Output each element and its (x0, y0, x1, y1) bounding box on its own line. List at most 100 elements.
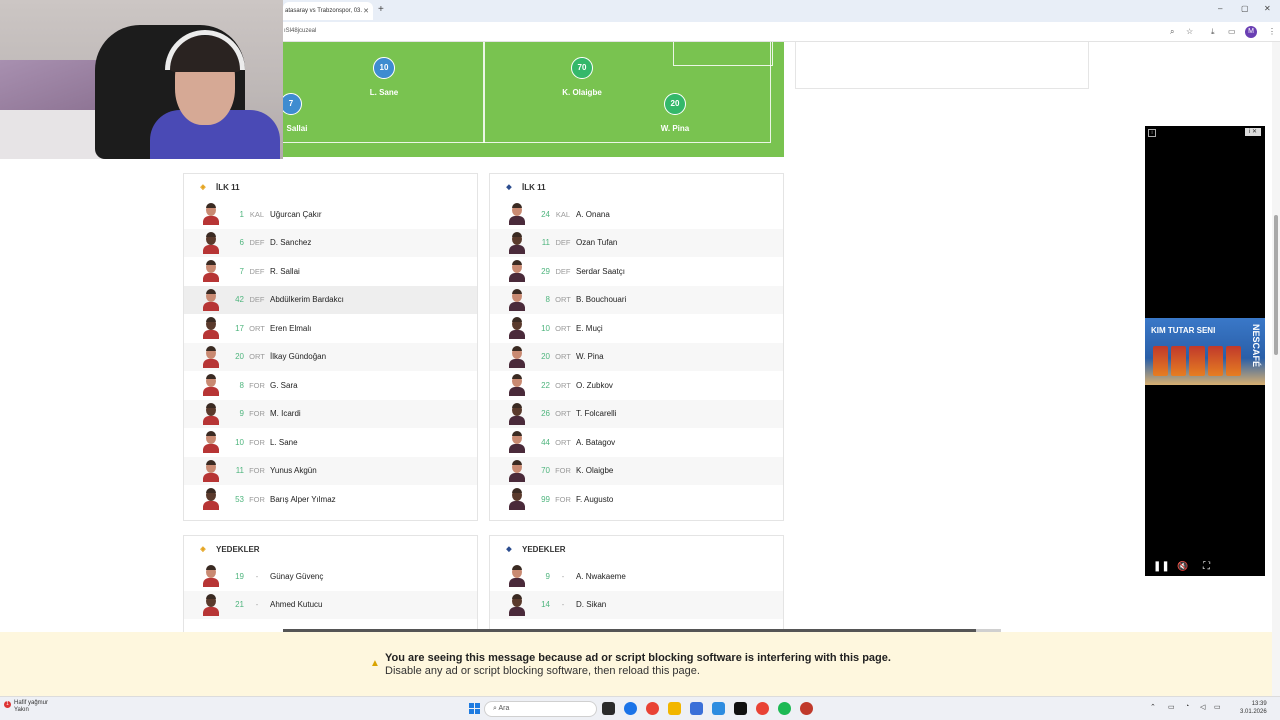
chrome-active-icon[interactable] (756, 702, 769, 715)
player-name[interactable]: O. Zubkov (576, 381, 613, 390)
player-name[interactable]: W. Pina (576, 352, 604, 361)
player-row[interactable]: 19 - Günay Güvenç (184, 562, 477, 591)
tray-app-icon[interactable]: ▭ (1168, 703, 1175, 711)
system-clock[interactable]: 13:39 3.01.2026 (1240, 700, 1267, 716)
minimize-button[interactable]: – (1218, 4, 1222, 13)
player-name[interactable]: Abdülkerim Bardakcı (270, 295, 344, 304)
player-name[interactable]: Yunus Akgün (270, 466, 317, 475)
player-avatar (508, 317, 526, 340)
scrollbar-thumb[interactable] (1274, 215, 1278, 355)
task-view-icon[interactable] (602, 702, 615, 715)
player-name[interactable]: Ozan Tufan (576, 238, 617, 247)
player-row[interactable]: 10 ORT E. Muçi (490, 314, 783, 343)
player-name[interactable]: A. Nwakaeme (576, 572, 626, 581)
player-row[interactable]: 8 FOR G. Sara (184, 371, 477, 400)
player-name[interactable]: D. Sanchez (270, 238, 311, 247)
player-name[interactable]: Uğurcan Çakır (270, 210, 322, 219)
chrome-icon[interactable] (646, 702, 659, 715)
video-ad[interactable]: i i ✕ KIM TUTAR SENI NESCAFÉ ❚❚ 🔇 ⛶ (1145, 126, 1265, 576)
pitch-player-dot[interactable]: 70 (571, 57, 593, 79)
player-row[interactable]: 29 DEF Serdar Saatçı (490, 257, 783, 286)
store-icon[interactable] (690, 702, 703, 715)
player-row[interactable]: 17 ORT Eren Elmalı (184, 314, 477, 343)
profile-avatar[interactable]: M (1245, 26, 1257, 38)
player-row[interactable]: 42 DEF Abdülkerim Bardakcı (184, 285, 477, 314)
player-row[interactable]: 53 FOR Barış Alper Yılmaz (184, 485, 477, 514)
player-row[interactable]: 9 - A. Nwakaeme (490, 562, 783, 591)
player-name[interactable]: A. Onana (576, 210, 610, 219)
ad-creative[interactable]: KIM TUTAR SENI NESCAFÉ (1145, 318, 1265, 385)
player-row[interactable]: 22 ORT O. Zubkov (490, 371, 783, 400)
player-name[interactable]: Ahmed Kutucu (270, 600, 322, 609)
battery-icon[interactable]: ▭ (1214, 703, 1221, 711)
player-row[interactable]: 11 DEF Ozan Tufan (490, 228, 783, 257)
spotify-icon[interactable] (778, 702, 791, 715)
player-name[interactable]: G. Sara (270, 381, 298, 390)
player-avatar (508, 260, 526, 283)
app-icon[interactable] (800, 702, 813, 715)
bookmark-star-icon[interactable]: ☆ (1186, 27, 1193, 36)
download-icon[interactable]: ⤓ (1211, 27, 1215, 37)
player-row[interactable]: 24 KAL A. Onana (490, 200, 783, 229)
close-window-button[interactable]: ✕ (1264, 4, 1271, 13)
pause-icon[interactable]: ❚❚ (1153, 561, 1170, 572)
edge-icon[interactable] (624, 702, 637, 715)
player-name[interactable]: Barış Alper Yılmaz (270, 495, 336, 504)
restore-button[interactable]: ▢ (1241, 4, 1249, 13)
player-name[interactable]: M. Icardi (270, 409, 301, 418)
player-name[interactable]: D. Sikan (576, 600, 606, 609)
player-number: 9 (545, 571, 550, 581)
player-name[interactable]: E. Muçi (576, 324, 603, 333)
player-row[interactable]: 1 KAL Uğurcan Çakır (184, 200, 477, 229)
player-row[interactable]: 70 FOR K. Olaigbe (490, 456, 783, 485)
player-row[interactable]: 20 ORT W. Pina (490, 342, 783, 371)
fullscreen-icon[interactable]: ⛶ (1203, 561, 1210, 572)
player-name[interactable]: Günay Güvenç (270, 572, 323, 581)
browser-tab[interactable]: atasaray vs Trabzonspor, 03. ✕ (283, 2, 373, 20)
player-name[interactable]: R. Sallai (270, 267, 300, 276)
weather-widget[interactable]: 1 Hafif yağmur Yakın (4, 700, 48, 714)
player-name[interactable]: T. Folcarelli (576, 409, 616, 418)
player-row[interactable]: 20 ORT İlkay Gündoğan (184, 342, 477, 371)
menu-dots-icon[interactable]: ⋮ (1268, 27, 1276, 36)
player-row[interactable]: 7 DEF R. Sallai (184, 257, 477, 286)
pitch-player-dot[interactable]: 10 (373, 57, 395, 79)
zoom-icon[interactable]: ⌕ (1170, 27, 1174, 37)
app-icon[interactable] (712, 702, 725, 715)
tray-chevron-icon[interactable]: ⌃ (1150, 703, 1156, 711)
player-row[interactable]: 44 ORT A. Batagov (490, 428, 783, 457)
player-name[interactable]: İlkay Gündoğan (270, 352, 326, 361)
player-name[interactable]: Eren Elmalı (270, 324, 311, 333)
player-row[interactable]: 8 ORT B. Bouchouari (490, 285, 783, 314)
mute-icon[interactable]: 🔇 (1177, 561, 1188, 572)
player-row[interactable]: 10 FOR L. Sane (184, 428, 477, 457)
wifi-icon[interactable]: ◔ (1185, 703, 1189, 710)
player-name[interactable]: K. Olaigbe (576, 466, 613, 475)
player-name[interactable]: Serdar Saatçı (576, 267, 625, 276)
player-row[interactable]: 11 FOR Yunus Akgün (184, 456, 477, 485)
ad-choices-icon[interactable]: i (1148, 129, 1156, 137)
pitch-player-dot[interactable]: 20 (664, 93, 686, 115)
player-avatar (508, 593, 526, 616)
taskbar-search-input[interactable]: ⌕ Ara (484, 701, 597, 717)
extensions-icon[interactable]: ▭ (1228, 27, 1236, 36)
app-icon[interactable] (734, 702, 747, 715)
player-row[interactable]: 14 - D. Sikan (490, 590, 783, 619)
player-row[interactable]: 9 FOR M. Icardi (184, 399, 477, 428)
player-row[interactable]: 26 ORT T. Folcarelli (490, 399, 783, 428)
player-row[interactable]: 99 FOR F. Augusto (490, 485, 783, 514)
windows-start-icon[interactable] (469, 703, 480, 714)
vertical-scrollbar[interactable] (1272, 42, 1280, 696)
player-row[interactable]: 21 - Ahmed Kutucu (184, 590, 477, 619)
volume-icon[interactable]: ◁ (1200, 703, 1205, 711)
player-name[interactable]: B. Bouchouari (576, 295, 626, 304)
tab-close-icon[interactable]: ✕ (363, 7, 369, 15)
url-field[interactable]: ıSl48jcuzeal (284, 28, 316, 34)
player-name[interactable]: L. Sane (270, 438, 298, 447)
file-explorer-icon[interactable] (668, 702, 681, 715)
player-name[interactable]: F. Augusto (576, 495, 613, 504)
player-name[interactable]: A. Batagov (576, 438, 615, 447)
ad-info-icon[interactable]: i ✕ (1245, 128, 1261, 136)
player-row[interactable]: 6 DEF D. Sanchez (184, 228, 477, 257)
new-tab-button[interactable]: + (378, 4, 384, 15)
